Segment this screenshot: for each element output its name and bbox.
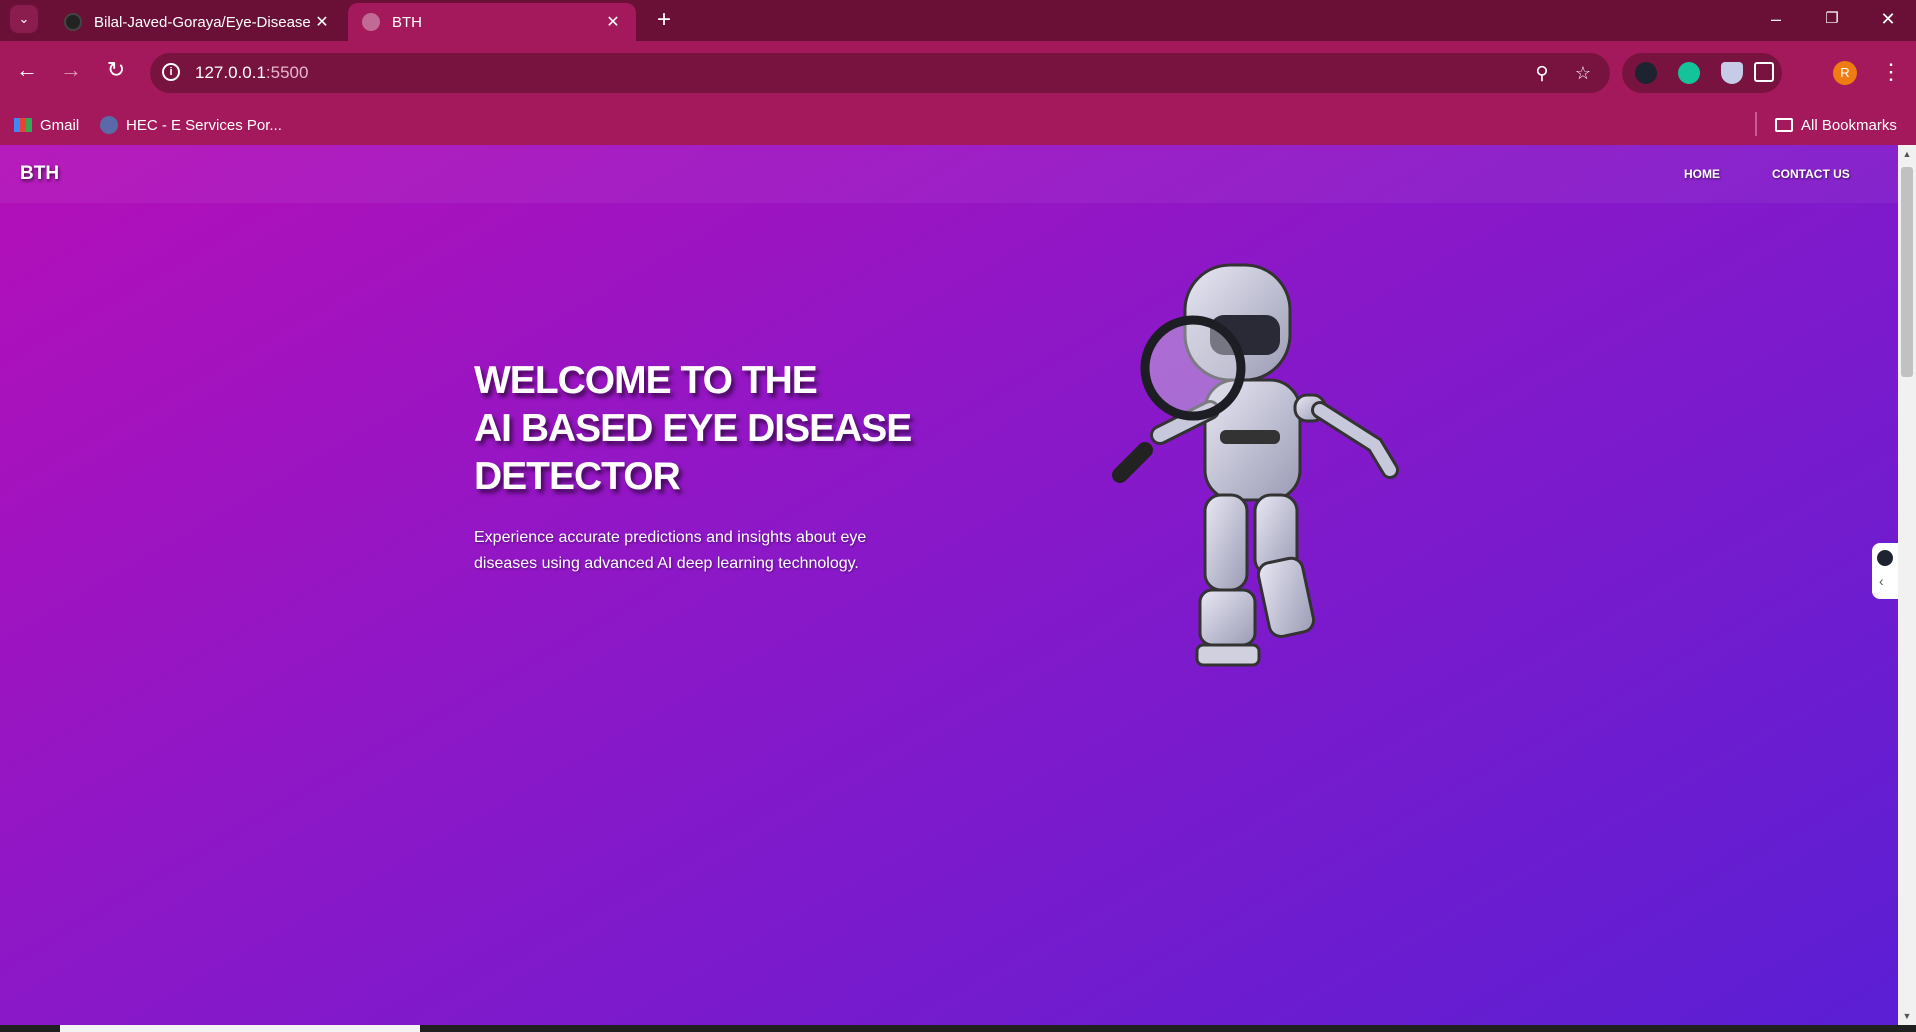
grammarly-icon[interactable] — [1678, 62, 1700, 84]
close-tab-icon[interactable]: ✕ — [313, 12, 331, 32]
tab-title: Bilal-Javed-Goraya/Eye-Disease — [94, 13, 311, 31]
page-viewport: BTH HOME CONTACT US WELCOME TO THE AI BA… — [0, 145, 1898, 1025]
reload-button[interactable]: ↻ — [101, 55, 131, 85]
gmail-icon — [14, 118, 32, 132]
scroll-up-arrow[interactable]: ▲ — [1898, 145, 1916, 163]
scrollbar-thumb[interactable] — [1901, 167, 1913, 377]
bookmark-hec[interactable]: HEC - E Services Por... — [100, 114, 282, 136]
chevron-left-icon[interactable]: ‹ — [1879, 573, 1884, 589]
hero-title-line: WELCOME TO THE — [474, 359, 818, 402]
new-tab-button[interactable]: + — [650, 6, 678, 34]
browser-menu-icon[interactable]: ⋮ — [1880, 57, 1902, 87]
github-icon — [64, 13, 82, 31]
url-text[interactable]: 127.0.0.1:5500 — [195, 63, 308, 83]
bookmarks-bar: Gmail HEC - E Services Por... All Bookma… — [0, 106, 1916, 145]
profile-avatar[interactable]: R — [1833, 61, 1857, 85]
bookmark-star-icon[interactable]: ☆ — [1571, 61, 1595, 85]
hec-icon — [100, 116, 118, 134]
extension-play-icon[interactable] — [1635, 62, 1657, 84]
vertical-scrollbar[interactable]: ▲ ▼ — [1898, 145, 1916, 1025]
window-close-button[interactable]: ✕ — [1860, 0, 1916, 38]
site-brand[interactable]: BTH — [20, 163, 59, 185]
extension-play-icon[interactable] — [1877, 550, 1893, 566]
taskbar — [0, 1025, 1916, 1032]
hero-title-line: AI BASED EYE DISEASE — [474, 407, 912, 450]
browser-toolbar: ← → ↻ i 127.0.0.1:5500 ⚲ ☆ R ⋮ — [0, 41, 1916, 106]
minimize-button[interactable]: – — [1748, 0, 1804, 38]
browser-chrome: ⌄ Bilal-Javed-Goraya/Eye-Disease ✕ BTH ✕… — [0, 0, 1916, 145]
address-bar[interactable]: i 127.0.0.1:5500 ⚲ ☆ — [150, 53, 1610, 93]
extensions-puzzle-icon[interactable] — [1754, 62, 1774, 82]
hero-title: WELCOME TO THE AI BASED EYE DISEASE DETE… — [474, 357, 974, 501]
shield-extension-icon[interactable] — [1721, 62, 1743, 84]
bookmarks-separator — [1755, 112, 1757, 136]
globe-icon — [362, 13, 380, 31]
side-extension-widget[interactable]: ‹ — [1872, 543, 1898, 599]
site-info-icon[interactable]: i — [162, 63, 180, 81]
tab-search-button[interactable]: ⌄ — [10, 5, 38, 33]
zoom-icon[interactable]: ⚲ — [1530, 61, 1554, 85]
robot-with-magnifier-image — [1112, 263, 1399, 667]
forward-button[interactable]: → — [56, 55, 86, 85]
site-navbar: BTH HOME CONTACT US — [0, 145, 1898, 203]
hero-subtitle: Experience accurate predictions and insi… — [474, 529, 867, 572]
scroll-down-arrow[interactable]: ▼ — [1898, 1007, 1916, 1025]
restore-button[interactable]: ❐ — [1804, 0, 1860, 38]
tab-strip: ⌄ Bilal-Javed-Goraya/Eye-Disease ✕ BTH ✕… — [0, 0, 1916, 41]
nav-home-link[interactable]: HOME — [1684, 167, 1720, 181]
bookmark-gmail[interactable]: Gmail — [14, 114, 79, 136]
extensions-group — [1622, 53, 1782, 93]
tab-title: BTH — [392, 13, 422, 31]
close-tab-icon[interactable]: ✕ — [604, 12, 622, 32]
taskbar-item[interactable] — [60, 1025, 420, 1032]
folder-icon — [1775, 118, 1793, 132]
hero-title-line: DETECTOR — [474, 455, 681, 498]
back-button[interactable]: ← — [12, 55, 42, 85]
all-bookmarks-button[interactable]: All Bookmarks — [1775, 114, 1897, 136]
tab-github[interactable]: Bilal-Javed-Goraya/Eye-Disease ✕ — [50, 3, 345, 41]
nav-contact-link[interactable]: CONTACT US — [1772, 167, 1850, 181]
tab-bth[interactable]: BTH ✕ — [348, 3, 636, 41]
